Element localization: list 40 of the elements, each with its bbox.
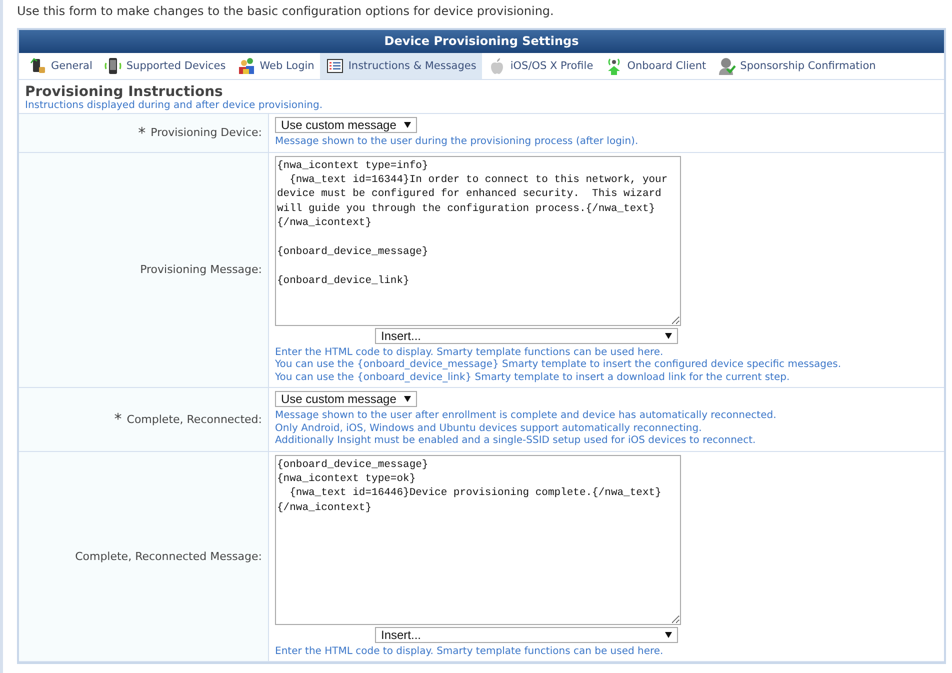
section-subtitle: Instructions displayed during and after device provisioning. [25,100,324,111]
intro-text: Use this form to make changes to the basic configuration options for device provisioning. [17,4,555,20]
people-icon [238,57,256,75]
field-label: Provisioning Message: [140,263,262,276]
insert-dropdown[interactable]: Insert... [375,626,678,642]
field-label: Provisioning Device: [150,126,262,140]
required-mark: * [114,410,122,428]
help-text: You can use the {onboard_device_link} Smarty template to insert a download link for the current step. [275,372,791,384]
help-text: Enter the HTML code to display. Smarty template functions can be used here. [275,346,664,359]
tab[interactable]: General [23,53,98,79]
help-text: You can use the {onboard_device_message} Smarty template to insert the configured device specific messages. [275,359,842,372]
tab[interactable]: Supported Devices [98,53,232,79]
caret-icon [404,396,412,402]
message-dropdown[interactable]: Use custom message [275,391,418,407]
tab[interactable]: iOS/OS X Profile [482,53,600,79]
tab[interactable]: Sponsorship Confirmation [712,53,882,79]
section-title: Provisioning Instructions [25,84,223,100]
person-check-icon [718,57,736,75]
field-label: Complete, Reconnected: [126,412,262,426]
message-input[interactable]: {onboard_device_message} {nwa_icontext type=ok} {nwa_text id=16446}Device provisioning complete.{/nwa_text} {/nwa_icontext} [275,454,681,624]
list-icon [326,57,344,75]
help-text: Additionally Insight must be enabled and a single-SSID setup used for iOS devices to reconnect. [275,435,757,448]
caret-icon [665,632,672,638]
field-label: Complete, Reconnected Message: [75,550,262,563]
help-text: Only Android, iOS, Windows and Ubuntu devices support automatically reconnecting. [275,422,703,435]
phone-gear-icon [29,57,47,75]
caret-icon [404,122,412,128]
required-mark: * [138,124,146,142]
caret-icon [665,332,672,338]
tab[interactable]: Web Login [232,53,320,79]
message-dropdown[interactable]: Use custom message [275,117,418,133]
phone-icon [104,57,122,75]
help-text: Message shown to the user after enrollment is complete and device has automatically reconnected. [275,410,776,422]
panel-title: Device Provisioning Settings [19,30,944,53]
message-input[interactable]: {nwa_icontext type=info} {nwa_text id=16344}In order to connect to this network, your device must be configured for enhanced security. This wizard will guide you through the configuration process.{/nwa_text} {/nwa_icontext} {onboard_device_message} {onboard_device_link} [275,156,681,326]
tab[interactable]: Instructions & Messages [320,53,482,79]
help-text: Message shown to the user during the provisioning process (after login). [275,136,638,148]
tab[interactable]: Onboard Client [599,53,712,79]
insert-dropdown[interactable]: Insert... [375,328,678,344]
help-text: Enter the HTML code to display. Smarty template functions can be used here. [275,646,664,658]
